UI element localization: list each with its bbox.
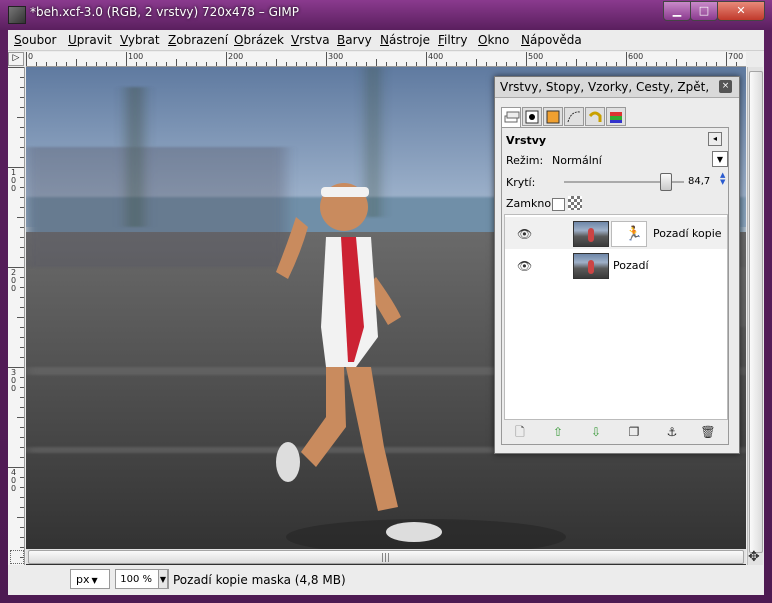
opacity-spin-button[interactable]: ▲ ▼ bbox=[720, 172, 725, 186]
ruler-label-0: 0 bbox=[28, 52, 34, 61]
patterns-tab-icon bbox=[567, 111, 581, 123]
scroll-grip: ||| bbox=[381, 553, 391, 563]
delete-layer-button[interactable]: 🗑 bbox=[700, 424, 716, 440]
vruler-label-400: 4 0 0 bbox=[11, 468, 17, 493]
raise-layer-button[interactable]: ⇧ bbox=[550, 424, 566, 440]
menu-nastroje[interactable]: Nástroje bbox=[380, 33, 430, 47]
visibility-eye-icon[interactable]: 👁 bbox=[517, 227, 532, 241]
lock-checkbox[interactable] bbox=[552, 198, 565, 211]
ruler-label-300: 300 bbox=[328, 52, 344, 61]
menu-okno[interactable]: Okno bbox=[478, 33, 509, 47]
menu-upravit[interactable]: Upravit bbox=[68, 33, 112, 47]
vruler-label-100: 1 0 0 bbox=[11, 168, 17, 193]
layer-name[interactable]: Pozadí kopie bbox=[653, 227, 722, 240]
mode-label: Režim: bbox=[506, 154, 544, 167]
window-title: *beh.xcf-3.0 (RGB, 2 vrstvy) 720x478 – G… bbox=[30, 5, 299, 19]
vertical-ruler-ticks bbox=[8, 67, 24, 568]
close-button[interactable]: ✕ bbox=[717, 1, 765, 21]
ruler-label-200: 200 bbox=[228, 52, 244, 61]
new-layer-button[interactable]: 🗋 bbox=[512, 424, 528, 440]
mode-dropdown-button[interactable]: ▼ bbox=[712, 151, 728, 167]
status-bar: px ▼ 100 % ▼ Pozadí kopie maska (4,8 MB) bbox=[8, 565, 764, 595]
ruler-label-700: 700 bbox=[728, 52, 744, 61]
panel-title: Vrstvy bbox=[506, 134, 547, 147]
horizontal-scroll-thumb[interactable]: ||| bbox=[28, 550, 744, 564]
menu-filtry[interactable]: Filtry bbox=[438, 33, 467, 47]
panel-menu-button[interactable]: ◂ bbox=[708, 132, 722, 146]
horizontal-ruler[interactable]: 0 100 200 300 400 500 600 700 bbox=[26, 52, 746, 67]
tab-channels[interactable] bbox=[522, 107, 542, 126]
menu-vybrat[interactable]: Vybrat bbox=[120, 33, 160, 47]
menu-napoveda[interactable]: Nápověda bbox=[521, 33, 582, 47]
channels-tab-icon bbox=[525, 110, 539, 124]
minimize-button[interactable]: ▁ bbox=[663, 1, 691, 21]
layer-thumbnail[interactable] bbox=[573, 221, 609, 247]
undo-tab-icon bbox=[588, 111, 602, 122]
ruler-label-600: 600 bbox=[628, 52, 644, 61]
layer-thumbnail[interactable] bbox=[573, 253, 609, 279]
lower-layer-button[interactable]: ⇩ bbox=[588, 424, 604, 440]
mode-value[interactable]: Normální bbox=[552, 154, 602, 167]
unit-select[interactable]: px ▼ bbox=[70, 569, 110, 589]
menu-zobrazeni[interactable]: Zobrazení bbox=[168, 33, 228, 47]
tab-paths[interactable] bbox=[543, 107, 563, 126]
mask-runner-icon: 🏃 bbox=[625, 226, 643, 242]
duplicate-layer-button[interactable]: ❐ bbox=[626, 424, 642, 440]
gimp-app-icon[interactable] bbox=[8, 6, 26, 24]
dock-title-bar[interactable]: Vrstvy, Stopy, Vzorky, Cesty, Zpět, Kan.… bbox=[495, 77, 739, 98]
quick-mask-toggle[interactable] bbox=[10, 550, 24, 564]
layers-panel: Vrstvy ◂ Režim: Normální ▼ Krytí: 84,7 ▲… bbox=[501, 127, 729, 445]
ruler-label-500: 500 bbox=[528, 52, 544, 61]
lock-alpha-icon[interactable] bbox=[568, 196, 582, 210]
dock-title: Vrstvy, Stopy, Vzorky, Cesty, Zpět, Kan.… bbox=[500, 80, 712, 94]
paths-tab-icon bbox=[546, 110, 560, 124]
ruler-label-400: 400 bbox=[428, 52, 444, 61]
vertical-ruler[interactable]: 1 0 0 2 0 0 3 0 0 4 0 0 bbox=[8, 67, 25, 577]
horizontal-scrollbar[interactable]: ||| bbox=[26, 549, 746, 564]
dock-close-button[interactable]: × bbox=[719, 80, 732, 93]
unit-arrow-icon: ▼ bbox=[91, 576, 98, 585]
ruler-corner-button[interactable]: ▷ bbox=[8, 52, 24, 66]
status-message: Pozadí kopie maska (4,8 MB) bbox=[173, 573, 346, 587]
menu-bar: Soubor Upravit Vybrat Zobrazení Obrázek … bbox=[8, 30, 764, 51]
tab-undo[interactable] bbox=[585, 107, 605, 126]
vruler-label-200: 2 0 0 bbox=[11, 268, 17, 293]
vruler-label-300: 3 0 0 bbox=[11, 368, 17, 393]
tab-patterns[interactable] bbox=[564, 107, 584, 126]
tab-layers[interactable] bbox=[501, 107, 521, 128]
layer-toolbar: 🗋 ⇧ ⇩ ❐ ⚓ 🗑 bbox=[504, 422, 726, 442]
navigate-icon[interactable]: ✥ bbox=[748, 549, 760, 565]
unit-value: px bbox=[76, 573, 90, 586]
layer-row[interactable]: 👁 🏃 Pozadí kopie bbox=[505, 217, 727, 249]
opacity-value[interactable]: 84,7 bbox=[688, 176, 710, 187]
tab-brushes[interactable] bbox=[606, 107, 626, 126]
visibility-eye-icon[interactable]: 👁 bbox=[517, 259, 532, 273]
vertical-scrollbar[interactable] bbox=[747, 67, 763, 577]
layers-tab-icon bbox=[504, 111, 520, 123]
layer-list[interactable]: 👁 🏃 Pozadí kopie 👁 Pozadí bbox=[504, 214, 728, 420]
window-frame: *beh.xcf-3.0 (RGB, 2 vrstvy) 720x478 – G… bbox=[0, 0, 772, 603]
layer-name[interactable]: Pozadí bbox=[613, 259, 649, 272]
layer-row[interactable]: 👁 Pozadí bbox=[505, 249, 727, 281]
layer-mask-thumbnail[interactable]: 🏃 bbox=[611, 221, 647, 247]
maximize-button[interactable]: □ bbox=[690, 1, 718, 21]
title-bar[interactable]: *beh.xcf-3.0 (RGB, 2 vrstvy) 720x478 – G… bbox=[0, 0, 772, 28]
ruler-label-100: 100 bbox=[128, 52, 144, 61]
layers-dock: Vrstvy, Stopy, Vzorky, Cesty, Zpět, Kan.… bbox=[494, 76, 740, 454]
menu-barvy[interactable]: Barvy bbox=[337, 33, 372, 47]
anchor-layer-button[interactable]: ⚓ bbox=[664, 424, 680, 440]
menu-obrazek[interactable]: Obrázek bbox=[234, 33, 284, 47]
opacity-label: Krytí: bbox=[506, 176, 536, 189]
menu-soubor[interactable]: Soubor bbox=[14, 33, 56, 47]
brushes-tab-icon bbox=[610, 112, 622, 123]
opacity-slider-handle[interactable] bbox=[659, 173, 672, 191]
zoom-dropdown-button[interactable]: ▼ bbox=[158, 569, 168, 589]
menu-vrstva[interactable]: Vrstva bbox=[291, 33, 330, 47]
vertical-scroll-thumb[interactable] bbox=[749, 71, 763, 553]
